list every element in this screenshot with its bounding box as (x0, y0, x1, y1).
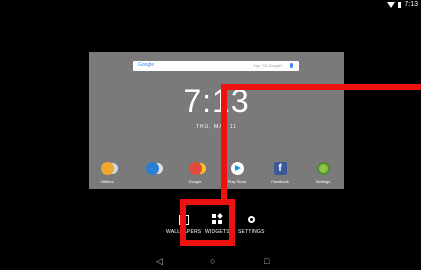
app-utilities[interactable]: Utilities (91, 162, 123, 184)
search-hint: Say "Ok Google" (253, 63, 283, 68)
app-facebook[interactable]: f Facebook (264, 162, 296, 184)
settings-gear-icon (316, 162, 330, 175)
highlight-box (180, 199, 235, 246)
facebook-icon: f (273, 162, 287, 175)
status-icons: 7:13 (387, 1, 418, 8)
app-settings[interactable]: Settings (307, 162, 339, 184)
google-logo: Google (138, 62, 155, 68)
status-time: 7:13 (404, 1, 418, 8)
annotation-line-vertical (221, 84, 227, 201)
battery-icon (398, 1, 402, 8)
home-button[interactable]: ○ (210, 257, 215, 266)
google-folder-icon (188, 162, 202, 175)
annotation-line-horizontal (221, 84, 421, 90)
date-label: THU, MAY 11 (195, 124, 237, 130)
app-label: Google (188, 179, 202, 184)
settings-button[interactable]: SETTINGS (238, 214, 265, 235)
status-bar: 7:13 (0, 0, 421, 12)
back-button[interactable]: ◁ (156, 257, 163, 266)
recents-button[interactable]: □ (264, 257, 269, 266)
app-label: Utilities (100, 179, 114, 184)
home-screen-preview[interactable]: Google Say "Ok Google" 7:13 THU, MAY 11 … (89, 52, 344, 189)
google-search-bar[interactable]: Google Say "Ok Google" (133, 61, 299, 71)
mic-icon[interactable] (290, 63, 293, 68)
wifi-icon (387, 1, 396, 8)
utilities-folder-icon (100, 162, 114, 175)
app-label: Facebook (271, 179, 289, 184)
gear-icon (246, 214, 257, 225)
app-label: Play Store (227, 179, 247, 184)
play-store-icon (230, 162, 244, 175)
settings-label: SETTINGS (238, 229, 265, 235)
blue-folder-icon (145, 162, 159, 175)
app-google[interactable]: Google (179, 162, 211, 184)
navigation-bar: ◁ ○ □ (0, 254, 421, 270)
app-folder[interactable] (136, 162, 168, 179)
app-label: Settings (315, 179, 331, 184)
